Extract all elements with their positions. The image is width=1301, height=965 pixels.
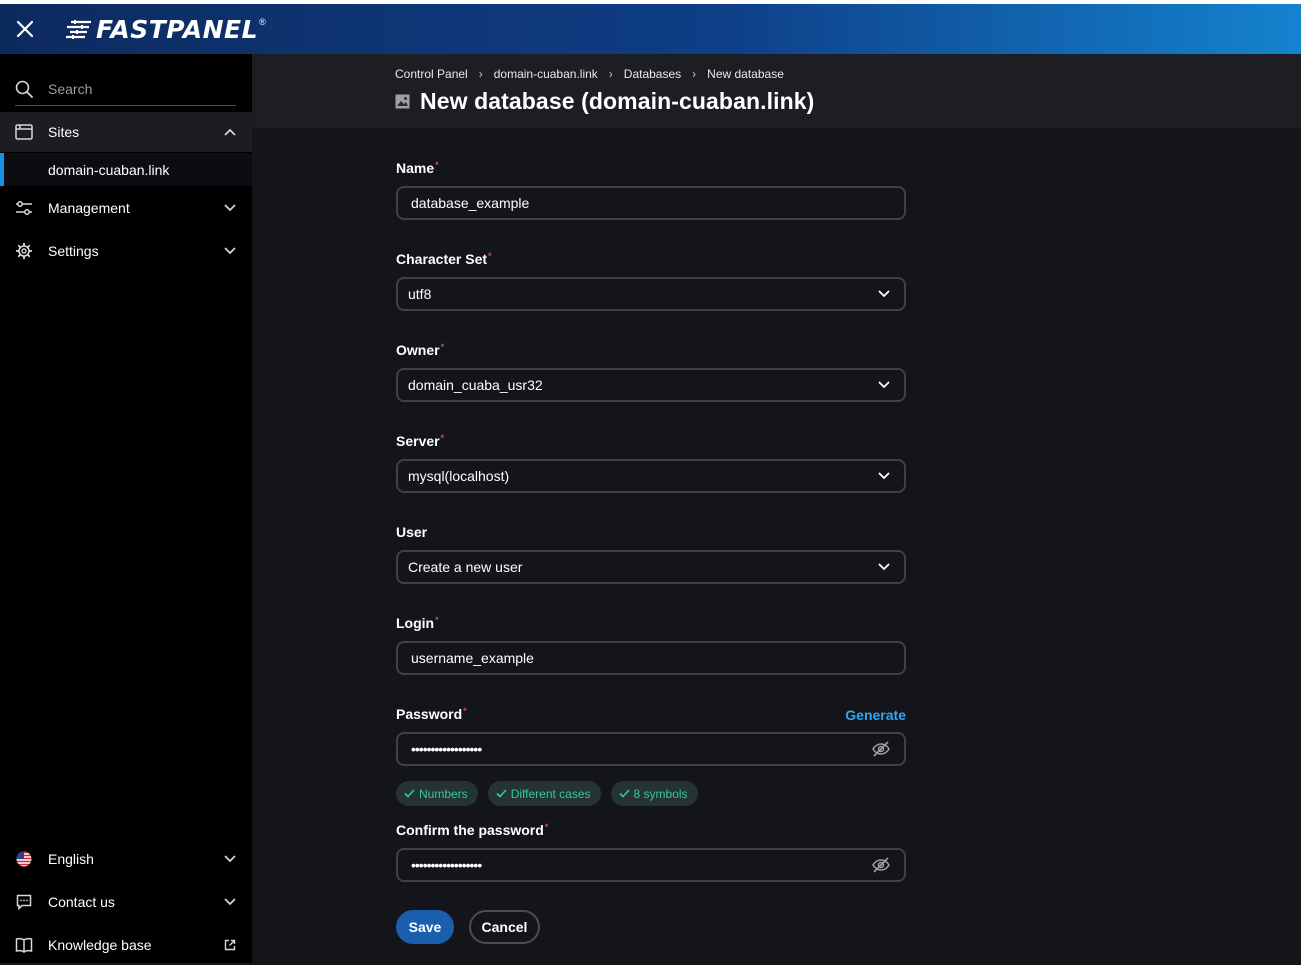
chevron-down-icon: [224, 247, 236, 255]
us-flag-icon: [16, 851, 32, 867]
password-field[interactable]: ••••••••••••••••••: [396, 732, 906, 766]
page-title-row: New database (domain-cuaban.link): [395, 88, 814, 115]
breadcrumb-control-panel[interactable]: Control Panel: [395, 67, 468, 81]
breadcrumb-current: New database: [707, 67, 784, 81]
book-icon: [15, 937, 33, 953]
name-field[interactable]: [396, 186, 906, 220]
sidebar: Sites domain-cuaban.link Management: [0, 54, 252, 963]
user-label: User: [396, 524, 428, 540]
breadcrumb-databases[interactable]: Databases: [624, 67, 681, 81]
confirm-password-value: ••••••••••••••••••: [411, 857, 482, 873]
password-label: Password*: [396, 706, 467, 722]
knowledge-base-link[interactable]: Knowledge base: [0, 925, 252, 965]
check-icon: [404, 789, 415, 798]
password-requirements: Numbers Different cases 8 symbols: [396, 781, 698, 806]
sidebar-item-label: domain-cuaban.link: [48, 161, 170, 178]
sidebar-item-label: Management: [48, 200, 130, 216]
login-field[interactable]: [396, 641, 906, 675]
sidebar-item-label: Sites: [48, 124, 80, 140]
sidebar-item-label: Knowledge base: [48, 937, 152, 953]
toggle-confirm-visibility[interactable]: [858, 857, 904, 873]
owner-select[interactable]: domain_cuaba_usr32: [396, 368, 906, 402]
charset-label: Character Set*: [396, 251, 492, 267]
chevron-down-icon: [224, 898, 236, 906]
search-input[interactable]: [48, 80, 228, 97]
sidebar-item-label: Settings: [48, 243, 99, 259]
user-select[interactable]: Create a new user: [396, 550, 906, 584]
contact-us-menu[interactable]: Contact us: [0, 882, 252, 922]
page-header: Control Panel › domain-cuaban.link › Dat…: [252, 54, 1301, 128]
name-input[interactable]: [411, 195, 851, 211]
sidebar-search: [15, 72, 236, 106]
gear-icon: [16, 243, 32, 259]
close-icon: [16, 20, 34, 38]
cancel-button[interactable]: Cancel: [469, 910, 540, 944]
login-label: Login*: [396, 615, 439, 631]
eye-off-icon: [872, 857, 890, 873]
server-select[interactable]: mysql(localhost): [396, 459, 906, 493]
check-icon: [618, 789, 630, 798]
charset-select[interactable]: utf8: [396, 277, 906, 311]
check-icon: [496, 789, 507, 798]
browser-window-icon: [15, 124, 33, 140]
confirm-password-field[interactable]: ••••••••••••••••••: [396, 848, 906, 882]
app-header: FASTPANEL ®: [0, 4, 1301, 54]
charset-value: utf8: [408, 286, 432, 302]
image-placeholder-icon: [395, 94, 410, 109]
chevron-down-icon: [878, 563, 890, 571]
user-value: Create a new user: [408, 559, 523, 575]
page-title: New database (domain-cuaban.link): [420, 88, 815, 114]
fastpanel-logo[interactable]: FASTPANEL ®: [66, 15, 266, 44]
logo-registered-mark: ®: [259, 17, 266, 27]
chevron-right-icon: ›: [692, 67, 697, 81]
chevron-right-icon: ›: [608, 67, 613, 81]
chevron-down-icon: [224, 855, 236, 863]
login-input[interactable]: [411, 650, 851, 666]
search-icon: [15, 80, 33, 98]
requirement-cases: Different cases: [487, 781, 601, 806]
chevron-down-icon: [878, 381, 890, 389]
sidebar-item-settings[interactable]: Settings: [0, 231, 252, 271]
chevron-right-icon: ›: [478, 67, 483, 81]
server-label: Server*: [396, 433, 445, 449]
breadcrumb-domain[interactable]: domain-cuaban.link: [494, 67, 598, 81]
server-value: mysql(localhost): [408, 468, 510, 484]
chat-icon: [16, 894, 32, 910]
owner-label: Owner*: [396, 342, 445, 358]
requirement-numbers: Numbers: [396, 781, 478, 806]
password-value: ••••••••••••••••••: [411, 741, 482, 757]
owner-value: domain_cuaba_usr32: [408, 377, 543, 393]
chevron-down-icon: [878, 290, 890, 298]
requirement-symbols: 8 symbols: [610, 781, 698, 806]
sidebar-item-sites[interactable]: Sites: [0, 112, 252, 152]
sidebar-item-label: English: [48, 851, 94, 867]
eye-off-icon: [872, 741, 890, 757]
sliders-icon: [16, 201, 32, 215]
close-sidebar-button[interactable]: [0, 4, 50, 54]
generate-password-link[interactable]: Generate: [845, 707, 906, 723]
save-button[interactable]: Save: [396, 910, 454, 944]
chevron-down-icon: [878, 472, 890, 480]
toggle-password-visibility[interactable]: [858, 741, 904, 757]
sidebar-item-domain[interactable]: domain-cuaban.link: [0, 153, 252, 186]
confirm-password-label: Confirm the password*: [396, 822, 549, 838]
sidebar-item-management[interactable]: Management: [0, 188, 252, 228]
logo-text: FASTPANEL: [96, 14, 259, 44]
chevron-up-icon: [224, 128, 236, 136]
logo-lines-icon: [66, 20, 91, 39]
sidebar-item-label: Contact us: [48, 894, 115, 910]
breadcrumb: Control Panel › domain-cuaban.link › Dat…: [395, 67, 784, 81]
language-selector[interactable]: English: [0, 839, 252, 879]
name-label: Name*: [396, 160, 439, 176]
chevron-down-icon: [224, 204, 236, 212]
external-link-icon: [224, 939, 236, 951]
